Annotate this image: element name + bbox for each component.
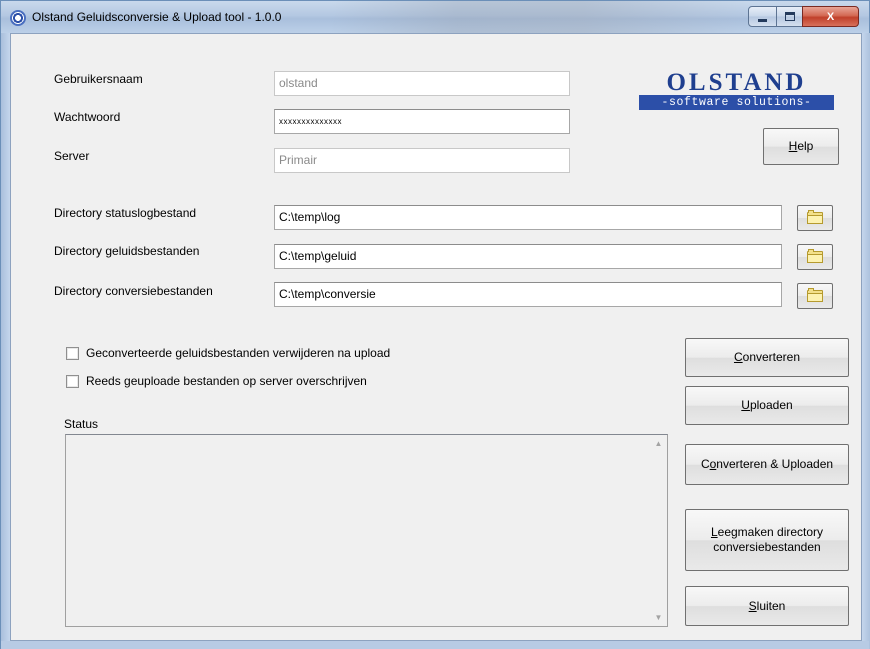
- convert-button[interactable]: Converteren: [685, 338, 849, 377]
- status-text: [66, 435, 667, 443]
- dir-statuslog-field[interactable]: C:\temp\log: [274, 205, 782, 230]
- delete-after-upload-label[interactable]: Geconverteerde geluidsbestanden verwijde…: [86, 346, 390, 360]
- dir-conversie-label: Directory conversiebestanden: [54, 284, 213, 298]
- delete-after-upload-checkbox[interactable]: [66, 347, 79, 360]
- status-label: Status: [64, 417, 99, 431]
- convert-upload-button[interactable]: Converteren & Uploaden: [685, 444, 849, 485]
- minimize-icon: [758, 19, 767, 22]
- close-button-label: Sluiten: [748, 598, 786, 613]
- status-scrollbar[interactable]: ▲ ▼: [650, 435, 667, 626]
- logo-tagline: -software solutions-: [639, 95, 834, 110]
- convert-upload-button-label: Converteren & Uploaden: [700, 457, 834, 471]
- overwrite-on-server-checkbox[interactable]: [66, 375, 79, 388]
- window-frame-bottom: [1, 641, 869, 649]
- scroll-up-icon[interactable]: ▲: [650, 435, 667, 452]
- olstand-logo: OLSTAND -software solutions-: [639, 70, 834, 116]
- dir-statuslog-label: Directory statuslogbestand: [54, 206, 197, 220]
- folder-icon: [807, 210, 823, 224]
- olstand-app-icon[interactable]: [10, 10, 26, 26]
- minimize-button[interactable]: [748, 6, 777, 27]
- dir-geluid-field[interactable]: C:\temp\geluid: [274, 244, 782, 269]
- browse-conversie-button[interactable]: [797, 283, 833, 309]
- browse-geluid-button[interactable]: [797, 244, 833, 270]
- convert-button-label: Converteren: [733, 350, 801, 364]
- server-field[interactable]: Primair: [274, 148, 570, 173]
- username-field[interactable]: olstand: [274, 71, 570, 96]
- help-button-label: Help: [788, 139, 814, 153]
- password-label: Wachtwoord: [54, 110, 121, 124]
- server-label: Server: [54, 149, 90, 163]
- dir-geluid-label: Directory geluidsbestanden: [54, 244, 200, 258]
- window-title: Olstand Geluidsconversie & Upload tool -…: [32, 10, 282, 24]
- password-field[interactable]: xxxxxxxxxxxxxx: [274, 109, 570, 134]
- close-window-button[interactable]: X: [802, 6, 859, 27]
- maximize-button[interactable]: [776, 6, 803, 27]
- title-bar[interactable]: Olstand Geluidsconversie & Upload tool -…: [1, 1, 869, 33]
- logo-name: OLSTAND: [666, 69, 807, 96]
- clear-conversion-dir-button-label: Leegmaken directory conversiebestanden: [710, 525, 824, 554]
- status-textarea[interactable]: ▲ ▼: [65, 434, 668, 627]
- help-button[interactable]: Help: [763, 128, 839, 165]
- title-bar-fade: [331, 1, 751, 33]
- username-label: Gebruikersnaam: [54, 72, 143, 86]
- close-icon: X: [826, 10, 835, 23]
- folder-icon: [807, 288, 823, 302]
- dir-conversie-field[interactable]: C:\temp\conversie: [274, 282, 782, 307]
- close-button[interactable]: Sluiten: [685, 586, 849, 626]
- upload-button[interactable]: Uploaden: [685, 386, 849, 425]
- overwrite-on-server-label[interactable]: Reeds geuploade bestanden op server over…: [86, 374, 367, 388]
- maximize-icon: [784, 12, 795, 21]
- scroll-down-icon[interactable]: ▼: [650, 609, 667, 626]
- window-frame-left: [1, 33, 10, 649]
- clear-conversion-dir-button[interactable]: Leegmaken directory conversiebestanden: [685, 509, 849, 571]
- folder-icon: [807, 249, 823, 263]
- upload-button-label: Uploaden: [741, 398, 793, 412]
- window-frame-right: [862, 33, 870, 649]
- browse-statuslog-button[interactable]: [797, 205, 833, 231]
- caption-buttons: X: [748, 6, 864, 27]
